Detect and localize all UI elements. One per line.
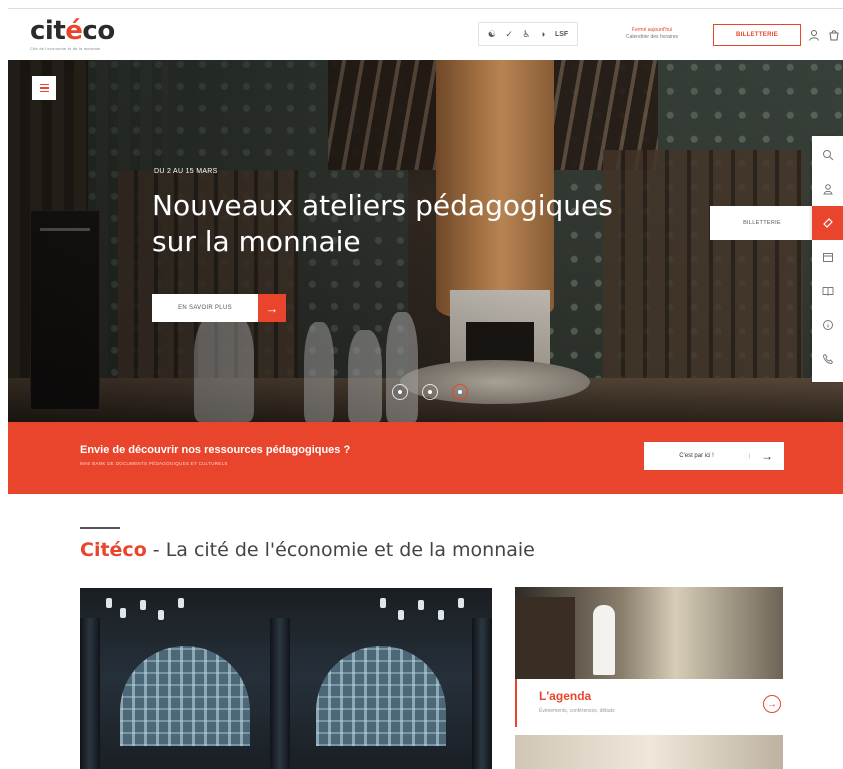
photo-lamp [120,608,126,618]
accessibility-toolbar: ☯ ✓ ♿ ◑ LSF [478,22,578,46]
logo-tagline: Cité de l'économie et de la monnaie [30,46,101,51]
secondary-card-photo[interactable] [515,735,783,769]
photo-pillar [270,618,290,769]
lsf-button[interactable]: LSF [555,31,568,38]
hero-slider[interactable]: DU 2 AU 15 MARS Nouveaux ateliers pédago… [8,60,843,422]
banner-cta-button[interactable]: C'est par ici ! → [644,442,784,470]
calendar-icon[interactable] [812,240,843,274]
slider-pagination [392,384,468,400]
banner-title: Envie de découvrir nos ressources pédago… [80,444,351,456]
section-title: Citéco - La cité de l'économie et de la … [80,539,535,561]
agenda-title: L'agenda [539,689,592,703]
featured-photo[interactable] [80,588,492,769]
photo-glass-dome [120,646,250,746]
photo-lamp [106,598,112,608]
section-title-text: La cité de l'économie et de la monnaie [165,539,535,561]
photo-wall [515,597,575,679]
photo-lamp [398,610,404,620]
hearing-icon[interactable]: ☯ [488,29,496,40]
hero-title: Nouveaux ateliers pédagogiques sur la mo… [152,189,613,258]
hero-cta-label: EN SAVOIR PLUS [152,294,258,322]
photo-lamp [140,600,146,610]
citeco-logo[interactable]: citéco Cité de l'économie et de la monna… [30,18,115,51]
section-divider [80,527,120,529]
arrow-right-icon: → [258,294,286,322]
hero-cta-button[interactable]: EN SAVOIR PLUS → [152,294,286,322]
photo-lamp [438,610,444,620]
info-icon[interactable] [812,308,843,342]
photo-lamp [158,610,164,620]
contrast-icon[interactable]: ◑ [540,29,545,39]
banner-cta-label: C'est par ici ! [644,453,750,459]
slider-dot[interactable] [392,384,408,400]
site-header: citéco Cité de l'économie et de la monna… [8,8,843,60]
banner-subtitle: MAE BANK DE DOCUMENTS PÉDAGOGIQUES ET CU… [80,461,228,466]
book-icon[interactable] [812,274,843,308]
ticket-icon[interactable] [812,206,843,240]
agenda-subtitle: Événements, conférences, débats [539,708,615,714]
logo-wordmark: citéco [30,16,115,46]
slider-dot[interactable] [422,384,438,400]
cart-icon[interactable] [826,27,842,43]
photo-lamp [178,598,184,608]
arrow-circle-right-icon[interactable]: → [763,695,781,713]
menu-button[interactable] [32,76,56,100]
photo-pillar [472,618,492,769]
section-title-brand: Citéco [80,539,147,561]
resources-banner: Envie de découvrir nos ressources pédago… [8,422,843,494]
agenda-photo[interactable] [515,587,783,679]
easy-read-icon[interactable]: ✓ [505,29,513,40]
section-title-separator: - [146,539,166,561]
photo-lamp [418,600,424,610]
photo-lamp [380,598,386,608]
hours-calendar-link[interactable]: Calendrier des horaires [612,34,692,40]
wheelchair-icon[interactable]: ♿ [522,29,530,40]
phone-icon[interactable] [812,342,843,376]
user-icon[interactable] [812,172,843,206]
search-icon[interactable] [812,138,843,172]
photo-figure [593,605,615,675]
agenda-card[interactable]: L'agenda Événements, conférences, débats… [515,679,783,727]
photo-glass-dome [316,646,446,746]
hours-status: Fermé aujourd'hui [631,27,673,33]
account-icon[interactable] [806,27,822,43]
hero-kicker: DU 2 AU 15 MARS [154,168,218,175]
floating-billetterie-label[interactable]: BILLETTERIE [710,206,814,240]
photo-lamp [458,598,464,608]
billetterie-button[interactable]: BILLETTERIE [713,24,801,46]
arrow-right-icon: → [761,449,773,463]
opening-hours[interactable]: Fermé aujourd'hui Calendrier des horaire… [612,27,692,40]
quick-access-rail [812,136,843,382]
photo-pillar [80,618,100,769]
slider-dot-active[interactable] [452,384,468,400]
